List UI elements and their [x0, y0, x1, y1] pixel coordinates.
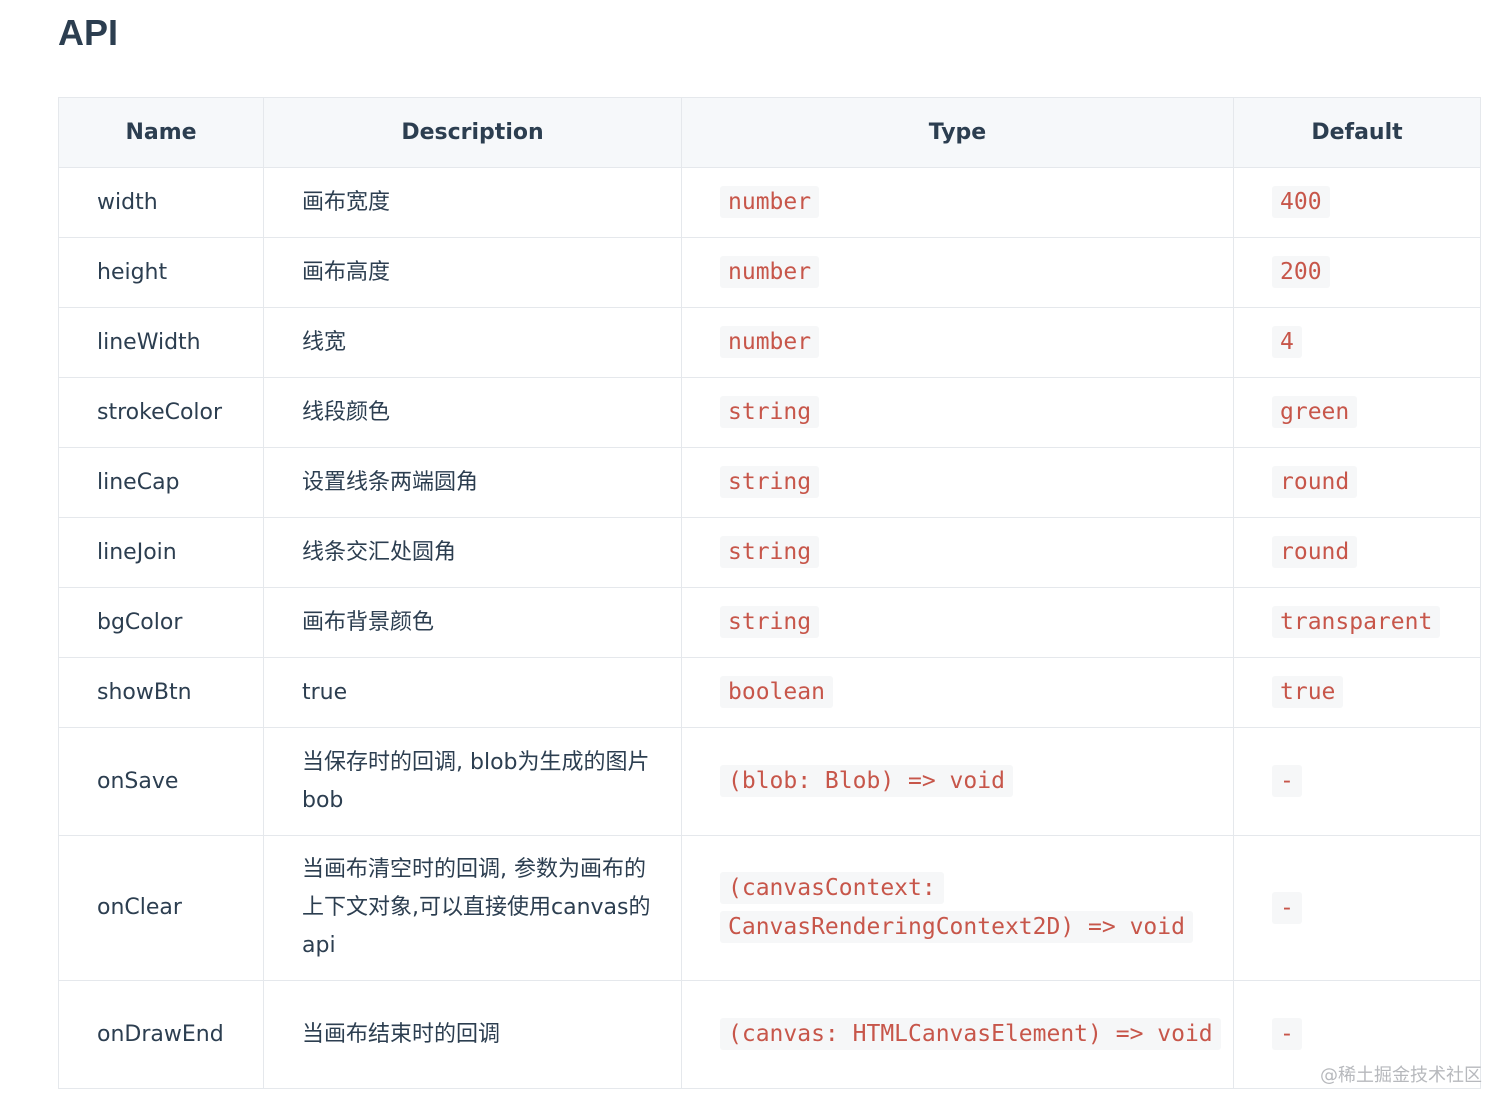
- prop-name: onSave: [58, 727, 264, 836]
- prop-default-cell: 400: [1233, 167, 1481, 238]
- prop-description: 当画布结束时的回调: [263, 980, 682, 1089]
- prop-description: 当画布清空时的回调, 参数为画布的上下文对象,可以直接使用canvas的api: [263, 835, 682, 981]
- prop-name: onDrawEnd: [58, 980, 264, 1089]
- prop-default-cell: round: [1233, 447, 1481, 518]
- table-row: showBtn true boolean true: [58, 657, 1481, 728]
- column-header-type: Type: [681, 97, 1234, 168]
- table-row: onDrawEnd 当画布结束时的回调 (canvas: HTMLCanvasE…: [58, 980, 1481, 1089]
- prop-description: 画布高度: [263, 237, 682, 308]
- prop-description: 设置线条两端圆角: [263, 447, 682, 518]
- prop-default: 200: [1272, 256, 1330, 288]
- table-row: onSave 当保存时的回调, blob为生成的图片bob (blob: Blo…: [58, 727, 1481, 836]
- prop-default-cell: transparent: [1233, 587, 1481, 658]
- prop-default: transparent: [1272, 606, 1441, 638]
- prop-name: bgColor: [58, 587, 264, 658]
- prop-name: width: [58, 167, 264, 238]
- prop-description: 画布宽度: [263, 167, 682, 238]
- prop-type: string: [720, 606, 820, 638]
- prop-type-cell: (canvasContext: CanvasRenderingContext2D…: [681, 835, 1234, 981]
- prop-description: true: [263, 657, 682, 728]
- api-table: Name Description Type Default width 画布宽度…: [58, 97, 1481, 1089]
- watermark: @稀土掘金技术社区: [1320, 1065, 1482, 1086]
- prop-name: showBtn: [58, 657, 264, 728]
- prop-default: 4: [1272, 326, 1302, 358]
- column-header-name: Name: [58, 97, 264, 168]
- prop-name: lineCap: [58, 447, 264, 518]
- prop-type-cell: string: [681, 517, 1234, 588]
- prop-description: 画布背景颜色: [263, 587, 682, 658]
- prop-description: 线段颜色: [263, 377, 682, 448]
- prop-type-cell: number: [681, 237, 1234, 308]
- prop-default: green: [1272, 396, 1358, 428]
- prop-default-cell: round: [1233, 517, 1481, 588]
- prop-default: -: [1272, 891, 1302, 924]
- table-row: strokeColor 线段颜色 string green: [58, 377, 1481, 448]
- table-header: Name Description Type Default: [58, 97, 1481, 168]
- prop-default-cell: -: [1233, 835, 1481, 981]
- table-row: lineJoin 线条交汇处圆角 string round: [58, 517, 1481, 588]
- prop-type-cell: boolean: [681, 657, 1234, 728]
- prop-name: strokeColor: [58, 377, 264, 448]
- prop-name: height: [58, 237, 264, 308]
- prop-type-cell: string: [681, 377, 1234, 448]
- prop-type: boolean: [720, 676, 833, 708]
- prop-default: -: [1272, 765, 1302, 797]
- prop-default-cell: 4: [1233, 307, 1481, 378]
- table-row: width 画布宽度 number 400: [58, 167, 1481, 238]
- prop-description: 线宽: [263, 307, 682, 378]
- header-row: Name Description Type Default: [58, 97, 1481, 168]
- table-body: width 画布宽度 number 400 height 画布高度 number…: [58, 167, 1481, 1089]
- prop-type: number: [720, 326, 820, 358]
- prop-default-cell: true: [1233, 657, 1481, 728]
- prop-type-cell: number: [681, 307, 1234, 378]
- page-title: API: [58, 12, 119, 53]
- prop-default-cell: 200: [1233, 237, 1481, 308]
- table-row: lineCap 设置线条两端圆角 string round: [58, 447, 1481, 518]
- prop-default: round: [1272, 536, 1358, 568]
- prop-type: (canvas: HTMLCanvasElement) => void: [720, 1018, 1221, 1050]
- prop-type-cell: number: [681, 167, 1234, 238]
- prop-default: true: [1272, 676, 1344, 708]
- prop-default: 400: [1272, 186, 1330, 218]
- column-header-default: Default: [1233, 97, 1481, 168]
- prop-type: number: [720, 256, 820, 288]
- table-row: lineWidth 线宽 number 4: [58, 307, 1481, 378]
- prop-description: 当保存时的回调, blob为生成的图片bob: [263, 727, 682, 836]
- prop-type: string: [720, 536, 820, 568]
- prop-type-cell: (canvas: HTMLCanvasElement) => void: [681, 980, 1234, 1089]
- prop-type: string: [720, 396, 820, 428]
- prop-type-cell: string: [681, 447, 1234, 518]
- column-header-description: Description: [263, 97, 682, 168]
- prop-type: string: [720, 466, 820, 498]
- prop-type: (canvasContext: CanvasRenderingContext2D…: [720, 872, 1193, 943]
- prop-default-cell: green: [1233, 377, 1481, 448]
- prop-type-cell: (blob: Blob) => void: [681, 727, 1234, 836]
- prop-default: -: [1272, 1018, 1302, 1050]
- prop-type: number: [720, 186, 820, 218]
- prop-name: onClear: [58, 835, 264, 981]
- prop-description: 线条交汇处圆角: [263, 517, 682, 588]
- prop-type: (blob: Blob) => void: [720, 765, 1013, 797]
- table-row: height 画布高度 number 200: [58, 237, 1481, 308]
- prop-name: lineJoin: [58, 517, 264, 588]
- prop-name: lineWidth: [58, 307, 264, 378]
- prop-default: round: [1272, 466, 1358, 498]
- prop-type-cell: string: [681, 587, 1234, 658]
- table-row: onClear 当画布清空时的回调, 参数为画布的上下文对象,可以直接使用can…: [58, 835, 1481, 981]
- prop-default-cell: -: [1233, 727, 1481, 836]
- table-row: bgColor 画布背景颜色 string transparent: [58, 587, 1481, 658]
